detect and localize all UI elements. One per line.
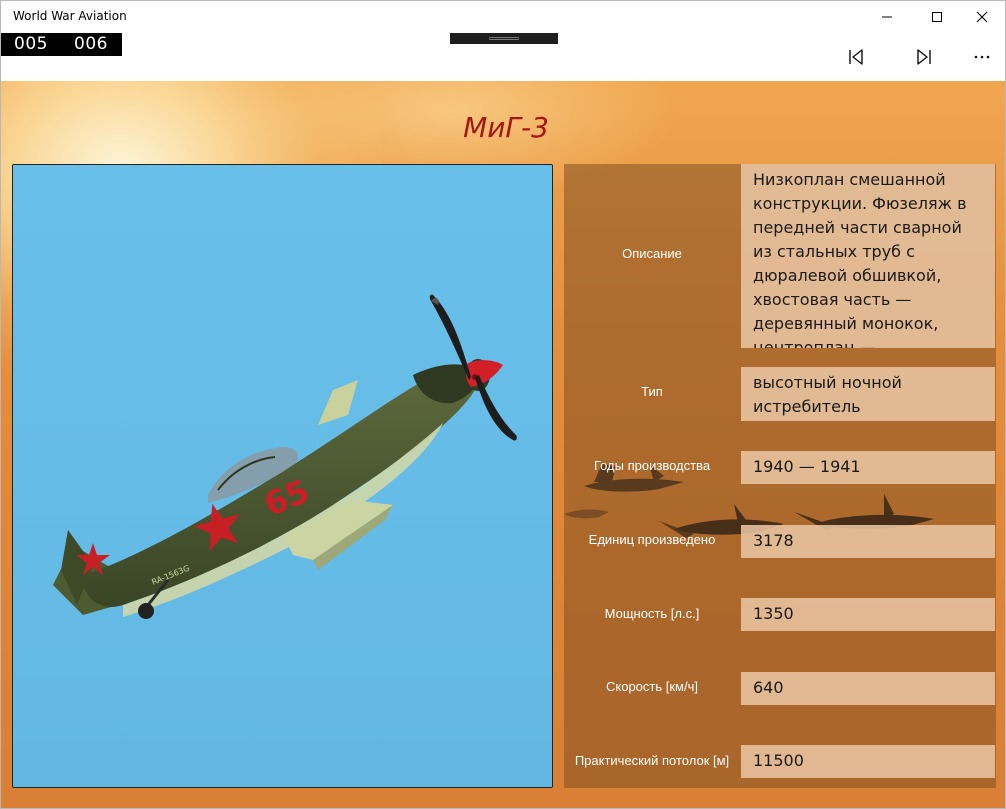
aircraft-photo[interactable]: 65 RA-1563G bbox=[12, 164, 553, 788]
next-button[interactable] bbox=[907, 41, 941, 73]
window-title: World War Aviation bbox=[13, 9, 127, 23]
type-value: высотный ночной истребитель bbox=[741, 367, 995, 421]
years-label: Годы производства bbox=[593, 458, 711, 473]
grip-icon bbox=[489, 37, 519, 38]
content-area: МиГ-3 65 RA-1563G Описание Низкоплан сме… bbox=[1, 81, 1005, 808]
speed-value: 640 bbox=[741, 672, 995, 705]
ceiling-value: 11500 bbox=[741, 745, 995, 778]
years-value: 1940 — 1941 bbox=[741, 451, 995, 484]
info-panel: Описание Низкоплан смешанной конструкции… bbox=[564, 164, 996, 788]
title-bar[interactable]: World War Aviation bbox=[1, 1, 1005, 33]
description-value: Низкоплан смешанной конструкции. Фюзеляж… bbox=[741, 164, 995, 348]
units-label: Единиц произведено bbox=[588, 532, 716, 547]
drag-handle[interactable] bbox=[450, 33, 558, 44]
maximize-button[interactable] bbox=[914, 1, 960, 33]
more-icon bbox=[974, 55, 990, 59]
minimize-button[interactable] bbox=[864, 1, 910, 33]
close-button[interactable] bbox=[959, 1, 1005, 33]
type-label: Тип bbox=[641, 384, 663, 399]
skip-forward-icon bbox=[917, 49, 931, 65]
close-icon bbox=[976, 11, 988, 23]
units-value: 3178 bbox=[741, 525, 995, 558]
app-window: World War Aviation 005 006 МиГ-3 65 RA-1… bbox=[0, 0, 1006, 809]
current-index: 005 bbox=[14, 34, 48, 54]
power-value: 1350 bbox=[741, 598, 995, 631]
ceiling-label: Практический потолок [м] bbox=[574, 753, 730, 768]
total-count: 006 bbox=[74, 34, 108, 54]
previous-button[interactable] bbox=[839, 41, 873, 73]
minimize-icon bbox=[882, 16, 892, 18]
aircraft-illustration: 65 RA-1563G bbox=[13, 165, 552, 787]
skip-back-icon bbox=[849, 49, 863, 65]
item-counter: 005 006 bbox=[1, 33, 122, 56]
maximize-icon bbox=[932, 12, 942, 22]
more-options-button[interactable] bbox=[965, 41, 999, 73]
aircraft-title: МиГ-3 bbox=[463, 111, 549, 144]
power-label: Мощность [л.с.] bbox=[604, 606, 700, 621]
description-label: Описание bbox=[622, 246, 682, 261]
speed-label: Скорость [км/ч] bbox=[606, 679, 698, 694]
